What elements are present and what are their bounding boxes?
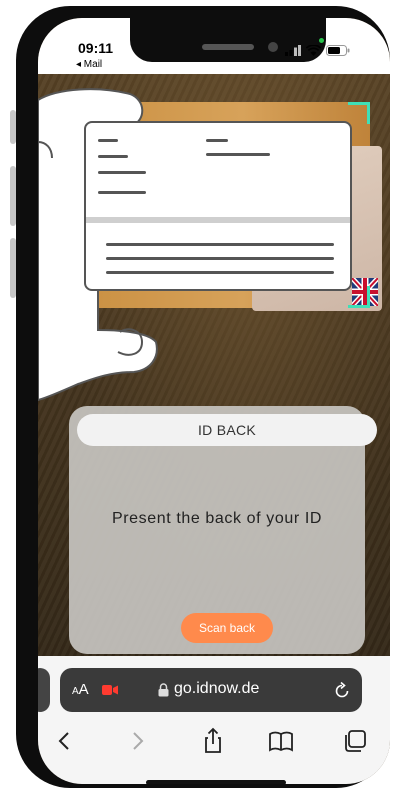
wifi-icon xyxy=(306,45,321,56)
address-bar[interactable]: AA go.idnow.de xyxy=(60,668,362,712)
phone-screen: 09:11 ◂ Mail ID BACK Present the back of… xyxy=(38,18,390,784)
scan-back-button[interactable]: Scan back xyxy=(181,613,273,643)
bookmarks-icon[interactable] xyxy=(266,726,296,756)
status-icons xyxy=(285,45,350,56)
text-size-button[interactable]: AA xyxy=(72,681,89,698)
lock-icon xyxy=(158,683,169,697)
browser-chrome: AA go.idnow.de xyxy=(38,656,390,784)
url-text[interactable]: go.idnow.de xyxy=(174,680,259,698)
scan-corner-bottom-right xyxy=(348,286,370,308)
camera-in-use-indicator xyxy=(319,38,324,43)
browser-toolbar xyxy=(38,724,390,758)
status-time: 09:11 xyxy=(78,40,114,56)
tabs-icon[interactable] xyxy=(340,726,370,756)
signal-icon xyxy=(285,45,301,56)
camera-recording-icon[interactable] xyxy=(102,684,118,696)
battery-icon xyxy=(326,45,350,56)
reload-icon[interactable] xyxy=(334,681,350,699)
phone-frame: 09:11 ◂ Mail ID BACK Present the back of… xyxy=(16,6,390,788)
front-camera xyxy=(268,42,278,52)
previous-tab-peek[interactable] xyxy=(38,668,50,712)
scan-instruction-card: ID BACK Present the back of your ID Scan… xyxy=(69,406,377,654)
share-icon[interactable] xyxy=(198,726,228,756)
document-side-label: ID BACK xyxy=(77,414,377,446)
back-icon[interactable] xyxy=(50,726,80,756)
home-indicator[interactable] xyxy=(146,780,286,784)
back-to-app-link[interactable]: ◂ Mail xyxy=(76,59,102,70)
scan-instruction-text: Present the back of your ID xyxy=(111,510,323,527)
forward-icon[interactable] xyxy=(122,726,152,756)
status-bar: 09:11 ◂ Mail xyxy=(38,18,390,74)
speaker-grille xyxy=(202,44,254,50)
scan-corner-top-right xyxy=(348,102,370,124)
id-card-illustration xyxy=(84,121,352,291)
